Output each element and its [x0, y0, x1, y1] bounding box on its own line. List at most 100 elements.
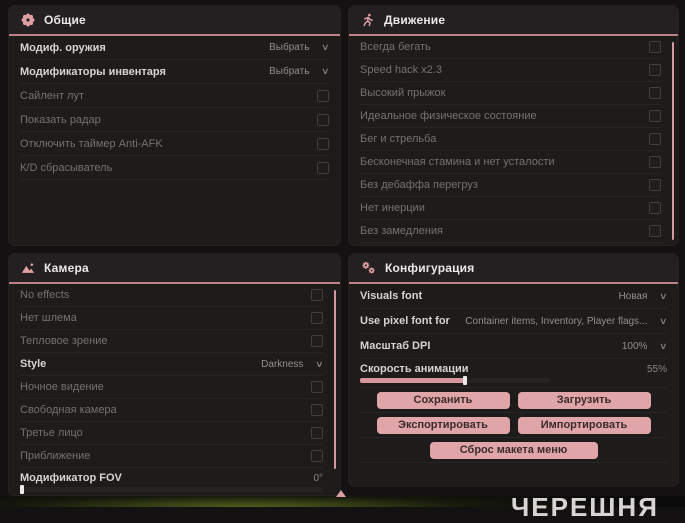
checkbox[interactable]: [649, 202, 661, 214]
scrollbar[interactable]: [334, 290, 336, 469]
checkbox[interactable]: [311, 450, 323, 462]
row-label: К/D сбрасыватель: [20, 161, 113, 174]
panel-header: Общие: [9, 6, 340, 36]
checkbox[interactable]: [649, 87, 661, 99]
chevron-down-icon: ∨: [321, 66, 330, 76]
no-slowdown-row[interactable]: Без замедления: [360, 220, 661, 243]
chevron-down-icon: ∨: [659, 340, 668, 351]
chevron-down-icon: ∨: [659, 315, 668, 326]
slider-track[interactable]: [360, 376, 551, 385]
checkbox[interactable]: [317, 137, 329, 150]
export-import-row-row: Экспортировать Импортировать: [360, 413, 667, 438]
panel-header: Конфигурация: [349, 254, 678, 284]
panel-title: Общие: [44, 13, 86, 27]
checkbox[interactable]: [317, 89, 329, 102]
zoom-row[interactable]: Приближение: [20, 445, 323, 468]
gear-flower-icon: [21, 13, 35, 27]
dropdown-value: Новая: [618, 290, 648, 302]
scrollbar[interactable]: [672, 42, 674, 240]
row-label: Visuals font: [360, 290, 423, 302]
scroll-grip-icon[interactable]: [336, 490, 346, 497]
dropdown[interactable]: Новая ∨: [618, 290, 668, 302]
weapon-modifier-row: Модиф. оружия Выбрать ∨: [20, 36, 330, 60]
checkbox[interactable]: [649, 41, 661, 53]
checkbox[interactable]: [649, 156, 661, 168]
reset-layout-row-row: Сброс макета меню: [360, 438, 667, 463]
dropdown[interactable]: Выбрать ∨: [269, 66, 330, 77]
night-vision-row[interactable]: Ночное видение: [20, 376, 323, 399]
export-button[interactable]: Экспортировать: [376, 416, 510, 434]
panel-general: Общие Модиф. оружия Выбрать ∨ Модификаторы …: [8, 5, 341, 246]
panel-camera: Камера No effects Нет шлема Тепловое зрени…: [8, 253, 341, 496]
dpi-scale-row: Масштаб DPI 100% ∨: [360, 334, 668, 359]
slider-handle[interactable]: [19, 485, 24, 494]
row-label: Показать радар: [20, 113, 101, 126]
run-and-shoot-row[interactable]: Бег и стрельба: [360, 128, 661, 151]
visuals-font-row: Visuals font Новая ∨: [360, 284, 668, 309]
row-label: Высокий прыжок: [360, 87, 446, 99]
checkbox[interactable]: [649, 64, 661, 76]
row-label: Модификаторы инвентаря: [20, 65, 166, 78]
checkbox[interactable]: [311, 404, 323, 416]
row-label: Масштаб DPI: [360, 340, 431, 352]
perfect-physical-condition-row[interactable]: Идеальное физическое состояние: [360, 105, 661, 128]
save-button[interactable]: Сохранить: [376, 391, 510, 409]
panel-header: Камера: [9, 254, 340, 284]
no-helmet-row[interactable]: Нет шлема: [20, 307, 323, 330]
row-label: No effects: [20, 289, 70, 301]
always-run-row[interactable]: Всегда бегать: [360, 36, 661, 59]
checkbox[interactable]: [649, 179, 661, 191]
slider-track[interactable]: [19, 485, 323, 494]
kd-resetter-row[interactable]: К/D сбрасыватель: [20, 156, 329, 180]
dropdown[interactable]: Выбрать ∨: [269, 42, 330, 53]
checkbox[interactable]: [311, 381, 323, 393]
third-person-row[interactable]: Третье лицо: [20, 422, 323, 445]
chevron-down-icon: ∨: [659, 290, 668, 301]
row-label: Нет шлема: [20, 312, 77, 324]
style-row: Style Darkness ∨: [20, 353, 324, 376]
slider-value: 0°: [313, 472, 323, 484]
use-pixel-font-for-row: Use pixel font for Container items, Inven…: [360, 309, 668, 334]
checkbox[interactable]: [649, 110, 661, 122]
free-camera-row[interactable]: Свободная камера: [20, 399, 323, 422]
no-overload-debuff-row[interactable]: Без дебаффа перегруз: [360, 174, 661, 197]
row-label: Без дебаффа перегруз: [360, 179, 478, 191]
chevron-down-icon: ∨: [321, 42, 330, 52]
row-label: Нет инерции: [360, 202, 425, 214]
dropdown-value: Выбрать: [269, 42, 310, 53]
no-inertia-row[interactable]: Нет инерции: [360, 197, 661, 220]
slider-handle[interactable]: [462, 376, 467, 385]
dropdown-value: Выбрать: [269, 66, 310, 77]
reset-menu-layout-button[interactable]: Сброс макета меню: [429, 441, 598, 459]
chevron-down-icon: ∨: [315, 358, 324, 369]
row-label: Бег и стрельба: [360, 133, 437, 145]
dropdown[interactable]: Container items, Inventory, Player flags…: [465, 315, 668, 327]
checkbox[interactable]: [311, 335, 323, 347]
high-jump-row[interactable]: Высокий прыжок: [360, 82, 661, 105]
thermal-vision-row[interactable]: Тепловое зрение: [20, 330, 323, 353]
save-load-row-row: Сохранить Загрузить: [360, 388, 667, 413]
row-label: Свободная камера: [20, 404, 117, 416]
infinite-stamina-row[interactable]: Бесконечная стамина и нет усталости: [360, 151, 661, 174]
checkbox[interactable]: [311, 289, 323, 301]
row-label: Speed hack x2.3: [360, 64, 442, 76]
speed-hack-row[interactable]: Speed hack x2.3: [360, 59, 661, 82]
dropdown[interactable]: 100% ∨: [622, 340, 668, 352]
checkbox[interactable]: [311, 427, 323, 439]
animation-speed-row: Скорость анимации 55%: [360, 359, 667, 388]
panel-rows: Visuals font Новая ∨ Use pixel font for Cont…: [349, 284, 678, 463]
show-radar-row[interactable]: Показать радар: [20, 108, 329, 132]
import-button[interactable]: Импортировать: [517, 416, 651, 434]
row-label: Ночное видение: [20, 381, 104, 393]
silent-loot-row[interactable]: Сайлент лут: [20, 84, 329, 108]
dropdown[interactable]: Darkness ∨: [261, 358, 324, 370]
checkbox[interactable]: [317, 113, 329, 126]
checkbox[interactable]: [649, 133, 661, 145]
checkbox[interactable]: [649, 225, 661, 237]
load-button[interactable]: Загрузить: [517, 391, 651, 409]
no-effects-row[interactable]: No effects: [20, 284, 323, 307]
row-label: Модификатор FOV: [20, 472, 122, 484]
checkbox[interactable]: [317, 161, 329, 174]
disable-anti-afk-timer-row[interactable]: Отключить таймер Anti-AFK: [20, 132, 329, 156]
checkbox[interactable]: [311, 312, 323, 324]
